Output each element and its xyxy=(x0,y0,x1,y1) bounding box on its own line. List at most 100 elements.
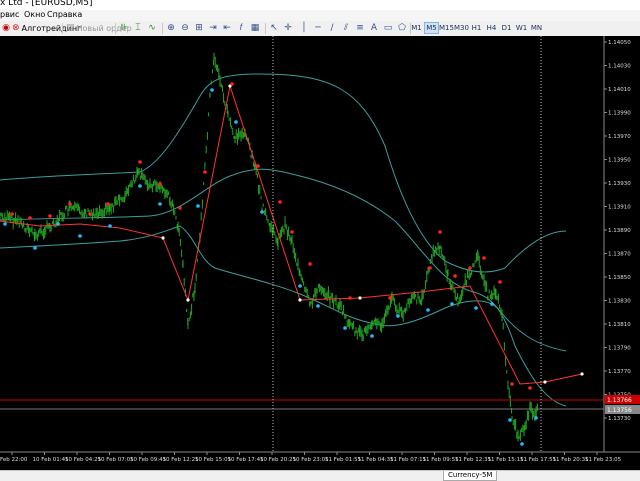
sell-signal-dot xyxy=(10,212,14,216)
price-axis-label: 1.13730 xyxy=(608,416,631,422)
price-axis-label: 1.13810 xyxy=(608,322,631,328)
time-axis-label: 11 Feb 15:15 xyxy=(488,457,525,463)
timeframe-m5-button[interactable]: M5 xyxy=(424,22,439,34)
price-axis-label: 1.13870 xyxy=(608,252,631,258)
scroll-chart-icon[interactable]: ⇥ xyxy=(207,22,219,34)
zigzag-node xyxy=(161,236,165,240)
sell-signal-dot xyxy=(388,296,392,300)
price-axis-label: 1.14030 xyxy=(608,64,631,70)
time-axis-label: 11 Feb 12:35 xyxy=(455,457,492,463)
window-title: x Ltd - [EURUSD,M5] xyxy=(0,0,93,8)
price-axis-label: 1.13910 xyxy=(608,205,631,211)
sell-signal-dot xyxy=(28,216,32,220)
crosshair-icon[interactable]: ✛ xyxy=(282,22,294,34)
timeframe-mn-button[interactable]: MN xyxy=(529,22,544,34)
buy-signal-dot xyxy=(490,302,494,306)
timeframe-h4-button[interactable]: H4 xyxy=(484,22,499,34)
cursor-icon[interactable]: ↖ xyxy=(268,22,280,34)
buy-signal-dot xyxy=(316,304,320,308)
buy-signal-dot xyxy=(343,326,347,330)
timeframe-m30-button[interactable]: M30 xyxy=(454,22,469,34)
line-chart-icon[interactable]: ∿ xyxy=(146,22,158,34)
buy-signal-dot xyxy=(33,246,37,250)
price-axis-label: 1.13890 xyxy=(608,228,631,234)
buy-signal-dot xyxy=(474,306,478,310)
record-icon[interactable]: ◉ xyxy=(1,22,11,34)
red-price-tag-text: 1.13766 xyxy=(607,397,632,404)
buy-signal-dot xyxy=(534,416,538,420)
buy-signal-dot xyxy=(3,222,7,226)
buy-signal-dot xyxy=(138,184,142,188)
sell-signal-dot xyxy=(88,212,92,216)
price-axis-label: 1.13770 xyxy=(608,369,631,375)
sell-signal-dot xyxy=(510,382,514,386)
timeframe-h1-button[interactable]: H1 xyxy=(469,22,484,34)
time-axis-label: 10 Feb 15:05 xyxy=(195,457,232,463)
trend-line-icon[interactable]: ∕ xyxy=(326,22,338,34)
time-axis-label: Feb 22:00 xyxy=(0,457,28,463)
sell-signal-dot xyxy=(106,202,110,206)
sell-signal-dot xyxy=(68,202,72,206)
time-axis-label: 11 Feb 04:35 xyxy=(358,457,395,463)
sell-signal-dot xyxy=(138,160,142,164)
sell-signal-dot xyxy=(482,256,486,260)
timeframe-d1-button[interactable]: D1 xyxy=(499,22,514,34)
sell-signal-dot xyxy=(256,164,260,168)
menu-item-help[interactable]: Справка xyxy=(47,10,82,19)
toolbar: ◉ ⊗ Алготрейдинг ▤ Новый ордер ⊪ ⌶ ∿ ⊕ ⊖… xyxy=(0,21,640,37)
bid-price-tag-text: 1.13756 xyxy=(607,407,632,414)
buy-signal-dot xyxy=(56,222,60,226)
fibonacci-icon[interactable]: ≡ xyxy=(354,22,366,34)
buy-signal-dot xyxy=(234,120,238,124)
sell-signal-dot xyxy=(308,262,312,266)
timeframe-m1-button[interactable]: M1 xyxy=(409,22,424,34)
band-upper xyxy=(0,73,567,273)
band-lower xyxy=(0,225,567,352)
zoom-in-icon[interactable]: ⊕ xyxy=(165,22,177,34)
time-axis-label: 11 Feb 17:55 xyxy=(520,457,557,463)
indicators-icon[interactable]: 𝑓 xyxy=(235,22,247,34)
buy-signal-dot xyxy=(260,210,264,214)
sell-signal-dot xyxy=(203,170,207,174)
time-axis-label: 11 Feb 09:55 xyxy=(423,457,460,463)
timeframe-m15-button[interactable]: M15 xyxy=(439,22,454,34)
price-axis-label: 1.13990 xyxy=(608,111,631,117)
sell-signal-dot xyxy=(428,266,432,270)
time-axis-label: 10 Feb 04:25 xyxy=(65,457,102,463)
time-axis-label: 10 Feb 12:25 xyxy=(163,457,200,463)
text-label-icon[interactable]: ▭ xyxy=(382,22,394,34)
chart-shift-icon[interactable]: ⇤ xyxy=(221,22,233,34)
candle-chart-icon[interactable]: ⌶ xyxy=(132,22,144,34)
vertical-line-icon[interactable]: │ xyxy=(298,22,310,34)
tile-windows-icon[interactable]: ⊞ xyxy=(193,22,205,34)
time-axis-label: 10 Feb 01:45 xyxy=(33,457,70,463)
zigzag-line xyxy=(0,84,583,385)
zoom-out-icon[interactable]: ⊖ xyxy=(179,22,191,34)
sell-signal-dot xyxy=(468,266,472,270)
sell-signal-dot xyxy=(348,296,352,300)
templates-icon[interactable]: ▦ xyxy=(249,22,261,34)
menu-item-service[interactable]: рвис xyxy=(0,10,19,19)
bar-chart-icon[interactable]: ⊪ xyxy=(118,22,130,34)
time-axis-label: 11 Feb 01:55 xyxy=(325,457,362,463)
price-chart[interactable]: 1.14050 1.14030 1.14010 1.13990 1.13970 1.139… xyxy=(0,36,640,470)
buy-signal-dot xyxy=(450,302,454,306)
time-axis-label: 10 Feb 17:45 xyxy=(228,457,265,463)
menu-item-window[interactable]: Окно xyxy=(24,10,45,19)
equidistant-channel-icon[interactable]: ⫽ xyxy=(340,22,352,34)
chart-window[interactable]: 1.14050 1.14030 1.14010 1.13990 1.13970 1.139… xyxy=(0,36,640,470)
sell-signal-dot xyxy=(178,206,182,210)
buy-signal-dot xyxy=(508,418,512,422)
timeframe-w1-button[interactable]: W1 xyxy=(514,22,529,34)
sell-signal-dot xyxy=(438,230,442,234)
buy-signal-dot xyxy=(426,308,430,312)
buy-signal-dot xyxy=(520,442,524,446)
buy-signal-dot xyxy=(370,334,374,338)
shapes-icon[interactable]: ⬠ xyxy=(396,22,408,34)
buy-signal-dot xyxy=(298,284,302,288)
horizontal-line-icon[interactable]: ─ xyxy=(312,22,324,34)
sell-signal-dot xyxy=(498,280,502,284)
text-icon[interactable]: A xyxy=(368,22,380,34)
price-axis-label: 1.13930 xyxy=(608,181,631,187)
buy-signal-dot xyxy=(396,314,400,318)
